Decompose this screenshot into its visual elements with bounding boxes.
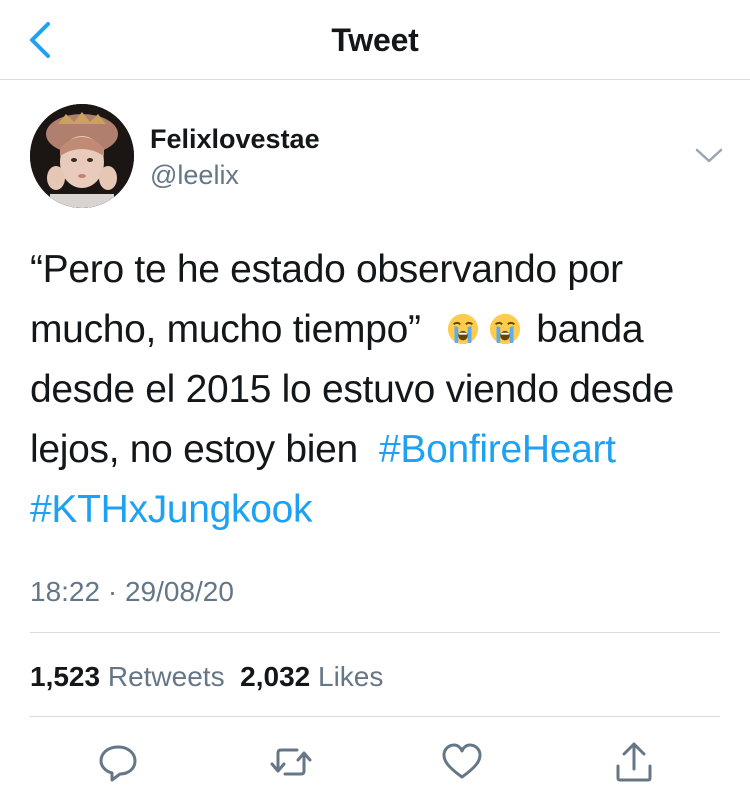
- hashtag-link[interactable]: #KTHxJungkook: [30, 488, 313, 531]
- top-bar: Tweet: [0, 0, 750, 80]
- like-button[interactable]: [440, 740, 484, 784]
- retweets-count: 1,523: [30, 661, 101, 692]
- tweet-timestamp: 18:22 · 29/08/20: [30, 576, 234, 607]
- hashtag-link[interactable]: #BonfireHeart: [379, 428, 616, 471]
- avatar-image: [30, 104, 134, 208]
- like-icon: [442, 743, 482, 779]
- share-icon: [616, 742, 652, 782]
- reply-icon: [99, 745, 137, 782]
- retweets-stat[interactable]: 1,523 Retweets: [30, 661, 225, 692]
- action-bar: [0, 735, 750, 790]
- loudly-crying-face-icon: [447, 313, 478, 345]
- avatar[interactable]: [30, 104, 134, 208]
- divider: [30, 716, 720, 717]
- likes-stat[interactable]: 2,032 Likes: [240, 661, 383, 692]
- author-display-name[interactable]: Felixlovestae: [150, 122, 320, 156]
- loudly-crying-face-icon: [489, 313, 520, 345]
- author-handle[interactable]: @leelix: [150, 158, 239, 192]
- likes-count: 2,032: [240, 661, 311, 692]
- tweet-text-part1: “Pero te he estado observando por mucho,…: [30, 248, 623, 351]
- tweet-options-button[interactable]: [694, 144, 724, 166]
- retweet-button[interactable]: [269, 740, 313, 784]
- tweet-stats: 1,523 Retweets 2,032 Likes: [30, 658, 383, 696]
- retweets-label: Retweets: [107, 661, 225, 692]
- reply-button[interactable]: [96, 740, 140, 784]
- retweet-icon: [270, 748, 312, 776]
- chevron-down-icon: [695, 148, 723, 163]
- likes-label: Likes: [318, 661, 384, 692]
- divider: [30, 632, 720, 633]
- share-button[interactable]: [612, 740, 656, 784]
- tweet-text: “Pero te he estado observando por mucho,…: [30, 240, 730, 540]
- page-title: Tweet: [331, 22, 419, 58]
